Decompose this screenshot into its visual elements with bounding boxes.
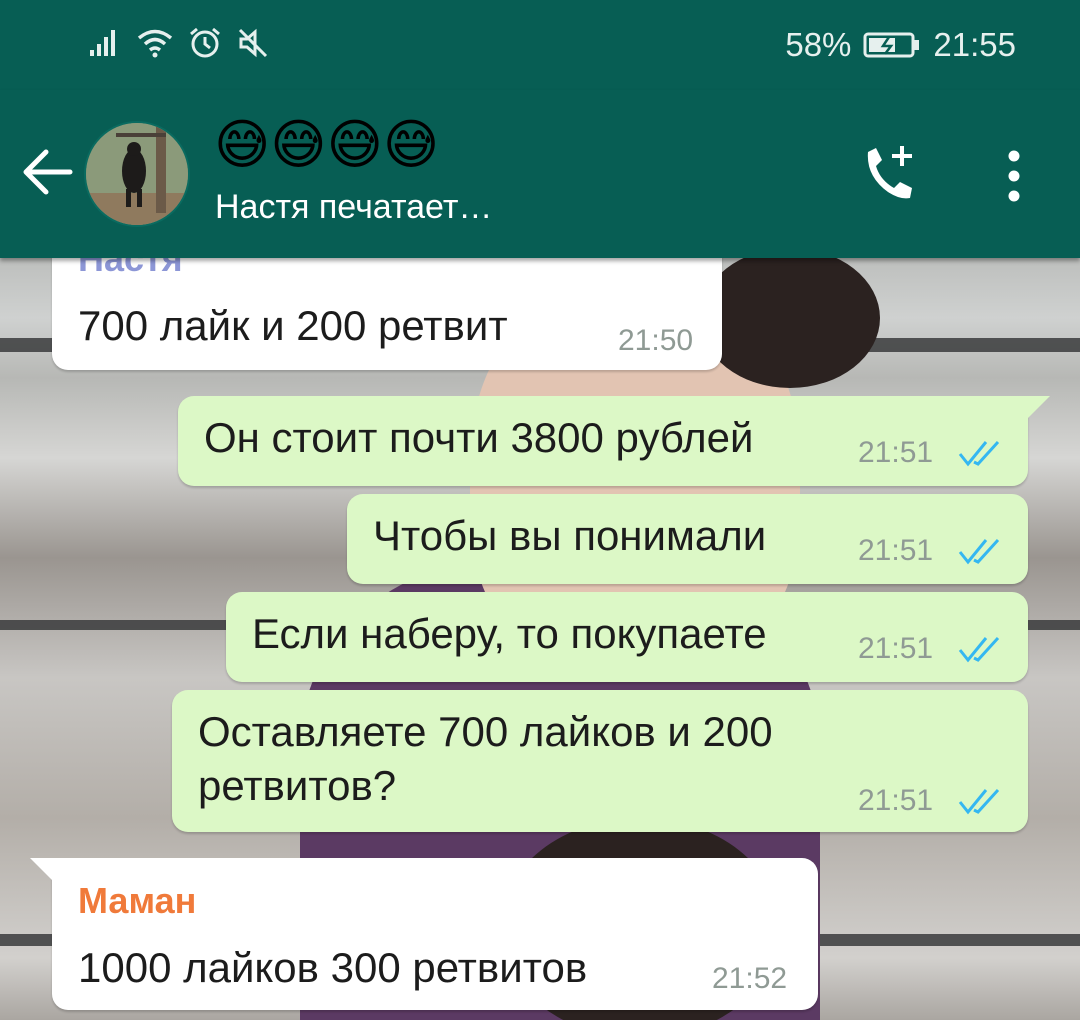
back-button[interactable]: [20, 142, 76, 202]
status-icons-left: [88, 26, 270, 60]
message-time: 21:51: [858, 436, 934, 469]
clock: 21:55: [933, 26, 1016, 63]
message-outgoing[interactable]: Оставляете 700 лайков и 200 ретвитов? 21…: [172, 690, 1028, 832]
bubble-tail: [30, 858, 52, 880]
more-options-button[interactable]: [994, 148, 1034, 208]
typing-status: Настя печатает…: [215, 188, 493, 226]
read-receipt-icon: [958, 788, 1000, 815]
battery-percent: 58%: [785, 26, 852, 63]
avatar[interactable]: [84, 121, 190, 227]
back-arrow-icon: [23, 149, 73, 195]
add-call-icon: [867, 146, 912, 199]
message-outgoing[interactable]: Он стоит почти 3800 рублей 21:51: [178, 396, 1028, 486]
alarm-icon: [188, 26, 222, 60]
chat-title[interactable]: 😅😅😅😅: [214, 114, 439, 176]
message-time: 21:51: [858, 632, 934, 665]
more-vert-icon: [1008, 150, 1020, 202]
message-incoming[interactable]: Маман 1000 лайков 300 ретвитов 21:52: [52, 858, 818, 1010]
wifi-icon: [136, 28, 174, 58]
message-text-line: Оставляете 700 лайков и 200: [198, 708, 773, 755]
battery-icon: [863, 31, 921, 59]
message-text: 1000 лайков 300 ретвитов: [78, 944, 588, 991]
message-text: Если наберу, то покупаете: [252, 610, 767, 657]
add-call-button[interactable]: [858, 142, 922, 206]
message-time: 21:51: [858, 534, 934, 567]
message-text: 700 лайк и 200 ретвит: [78, 302, 508, 349]
read-receipt-icon: [958, 440, 1000, 467]
mute-icon: [236, 26, 270, 60]
chat-header: 😅😅😅😅 Настя печатает…: [0, 90, 1080, 258]
message-outgoing[interactable]: Чтобы вы понимали 21:51: [347, 494, 1028, 584]
status-icons-right: 58% 21:55: [785, 26, 1016, 64]
message-outgoing[interactable]: Если наберу, то покупаете 21:51: [226, 592, 1028, 682]
message-time: 21:51: [858, 784, 934, 817]
message-time: 21:52: [712, 962, 788, 995]
avatar-image: [86, 123, 188, 225]
message-text: Чтобы вы понимали: [373, 512, 767, 559]
read-receipt-icon: [958, 636, 1000, 663]
signal-icon: [88, 28, 122, 58]
read-receipt-icon: [958, 538, 1000, 565]
status-bar: 58% 21:55: [0, 0, 1080, 90]
sender-name: Маман: [78, 880, 197, 921]
message-text: Он стоит почти 3800 рублей: [204, 414, 754, 461]
bubble-tail: [1028, 396, 1050, 418]
message-text-line: ретвитов?: [198, 762, 397, 809]
message-time: 21:50: [618, 324, 694, 357]
